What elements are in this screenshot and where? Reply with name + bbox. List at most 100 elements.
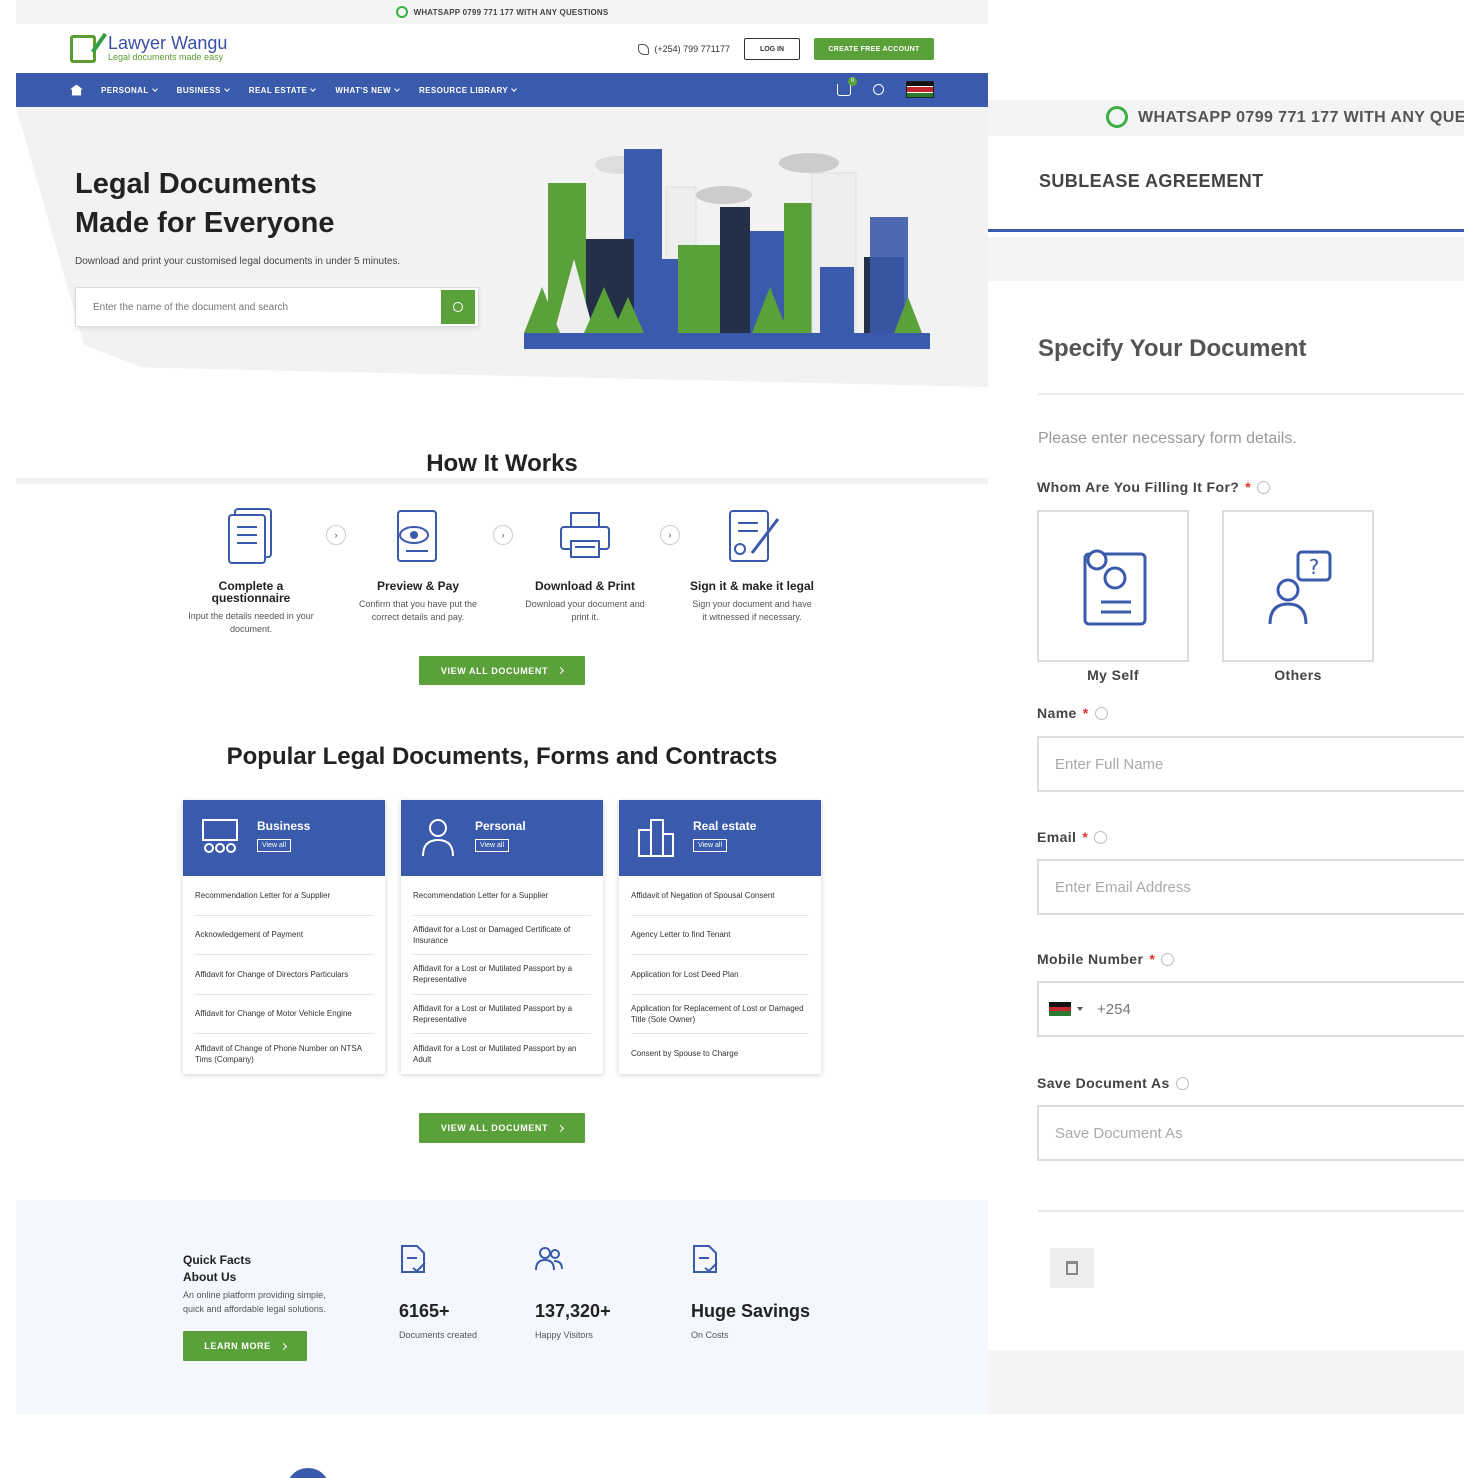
mobile-input[interactable]: +254 (1037, 981, 1464, 1037)
document-link[interactable]: Affidavit for Change of Directors Partic… (195, 955, 373, 995)
step-sign-legal: Sign it & make it legal Sign your docume… (677, 505, 827, 624)
header-actions: (+254) 799 771177 LOG IN CREATE FREE ACC… (638, 38, 934, 60)
nav-item-business[interactable]: BUSINESS (177, 86, 230, 95)
whatsapp-text[interactable]: WHATSAPP 0799 771 177 WITH ANY QUES (1138, 109, 1464, 127)
view-all-link[interactable]: View all (475, 839, 509, 852)
phone-icon (638, 43, 650, 55)
nav-item-whats-new[interactable]: WHAT'S NEW (335, 86, 400, 95)
document-link[interactable]: Affidavit for Change of Motor Vehicle En… (195, 995, 373, 1034)
fact-huge-savings: Huge Savings On Costs (691, 1244, 810, 1340)
chevron-right-icon (557, 666, 565, 675)
login-button[interactable]: LOG IN (744, 38, 800, 60)
create-account-button[interactable]: CREATE FREE ACCOUNT (814, 38, 934, 60)
section-divider (16, 478, 988, 484)
delete-button[interactable] (1050, 1248, 1094, 1288)
popular-documents-title: Popular Legal Documents, Forms and Contr… (226, 743, 778, 770)
site-logo[interactable]: Lawyer Wangu Legal documents made easy (70, 34, 227, 63)
kenya-flag-icon[interactable] (906, 81, 934, 98)
document-search-input[interactable] (76, 301, 441, 313)
step-description: Download your document and print it. (525, 599, 645, 622)
fact-label: Happy Visitors (535, 1330, 593, 1340)
nav-item-personal[interactable]: PERSONAL (101, 85, 158, 95)
view-all-documents-button[interactable]: VIEW ALL DOCUMENT (419, 656, 585, 685)
help-icon[interactable] (1161, 952, 1175, 966)
caret-down-icon[interactable] (1077, 1007, 1083, 1011)
document-list: Affidavit of Negation of Spousal Consent… (619, 876, 821, 1074)
whatsapp-text[interactable]: WHATSAPP 0799 771 177 WITH ANY QUESTIONS (414, 8, 609, 17)
document-link[interactable]: Affidavit for a Lost or Mutilated Passpo… (413, 995, 591, 1034)
fact-value: Huge Savings (691, 1301, 811, 1321)
scroll-top-circle[interactable] (286, 1468, 330, 1478)
card-title: Business (257, 819, 311, 833)
category-card-real-estate: Real estate View all Affidavit of Negati… (619, 800, 821, 1074)
composite-screenshot: WHATSAPP 0799 771 177 WITH ANY QUESTIONS… (0, 0, 1464, 1478)
help-icon[interactable] (1094, 830, 1108, 844)
chevron-down-icon (151, 85, 158, 92)
view-all-link[interactable]: View all (693, 839, 727, 852)
help-icon[interactable] (1257, 480, 1271, 494)
option-others[interactable]: ? (1222, 510, 1374, 662)
form-help-text: Please enter necessary form details. (1038, 430, 1297, 447)
step-title: Sign it & make it legal (689, 579, 815, 593)
email-input[interactable]: Enter Email Address (1037, 859, 1464, 915)
svg-text:?: ? (1309, 555, 1320, 579)
fact-value: 6165+ (399, 1301, 450, 1321)
document-title: SUBLEASE AGREEMENT (1039, 171, 1264, 191)
nav-utilities: 0 (837, 76, 934, 98)
document-link[interactable]: Application for Replacement of Lost or D… (631, 995, 809, 1034)
help-icon[interactable] (1175, 1076, 1189, 1090)
quick-facts-section: Quick Facts About Us An online platform p… (16, 1200, 988, 1414)
step-title: Complete a questionnaire (211, 579, 291, 605)
name-input[interactable]: Enter Full Name (1037, 736, 1464, 792)
step-preview-pay: Preview & Pay Confirm that you have put … (343, 505, 493, 624)
mobile-prefix: +254 (1097, 1000, 1131, 1018)
search-button[interactable] (441, 290, 475, 324)
learn-more-button[interactable]: LEARN MORE (183, 1331, 307, 1361)
phone-link[interactable]: (+254) 799 771177 (638, 43, 730, 55)
step-title: Download & Print (535, 579, 635, 593)
cart-count-badge: 0 (848, 76, 857, 86)
nav-item-real-estate[interactable]: REAL ESTATE (249, 86, 317, 95)
form-footer (988, 1350, 1464, 1414)
fact-label: Documents created (399, 1330, 478, 1340)
option-myself[interactable] (1037, 510, 1189, 662)
document-link[interactable]: Consent by Spouse to Charge (631, 1034, 809, 1074)
document-check-icon (693, 1245, 718, 1273)
logo-tagline: Legal documents made easy (108, 52, 224, 62)
business-meeting-icon (202, 819, 238, 853)
home-icon[interactable] (70, 84, 83, 96)
document-link[interactable]: Agency Letter to find Tenant (631, 916, 809, 955)
phone-number: (+254) 799 771177 (654, 44, 730, 54)
view-all-documents-button[interactable]: VIEW ALL DOCUMENT (419, 1113, 585, 1143)
document-link[interactable]: Recommendation Letter for a Supplier (195, 876, 373, 916)
save-as-input[interactable]: Save Document As (1037, 1105, 1464, 1161)
step-download-print: Download & Print Download your document … (510, 505, 660, 624)
hero-search (75, 287, 479, 327)
document-link[interactable]: Application for Lost Deed Plan (631, 955, 809, 995)
person-icon (422, 819, 454, 857)
document-link[interactable]: Acknowledgement of Payment (195, 916, 373, 955)
top-whatsapp-bar: WHATSAPP 0799 771 177 WITH ANY QUESTIONS (16, 0, 988, 24)
document-link[interactable]: Affidavit for a Lost or Damaged Certific… (413, 916, 591, 955)
document-link[interactable]: Recommendation Letter for a Supplier (413, 876, 591, 916)
form-divider (1038, 393, 1464, 395)
step-complete-questionnaire: Complete a questionnaire Input the detail… (176, 505, 326, 636)
view-all-link[interactable]: View all (257, 839, 291, 852)
help-icon[interactable] (1094, 706, 1108, 720)
document-link[interactable]: Affidavit of Change of Phone Number on N… (195, 1034, 373, 1074)
document-link[interactable]: Affidavit for a Lost or Mutilated Passpo… (413, 955, 591, 995)
cart-icon[interactable]: 0 (837, 76, 857, 96)
document-link[interactable]: Affidavit of Negation of Spousal Consent (631, 876, 809, 916)
whatsapp-icon (395, 6, 408, 18)
kenya-flag-icon[interactable] (1049, 1002, 1071, 1017)
category-card-business: Business View all Recommendation Letter … (183, 800, 385, 1074)
search-icon[interactable] (873, 84, 884, 95)
nav-item-resource-library[interactable]: RESOURCE LIBRARY (419, 86, 518, 95)
document-list: Recommendation Letter for a Supplier Aff… (401, 876, 603, 1074)
email-label: Email * (1037, 829, 1108, 845)
document-link[interactable]: Affidavit for a Lost or Mutilated Passpo… (413, 1034, 591, 1074)
main-nav: PERSONAL BUSINESS REAL ESTATE WHAT'S NEW… (16, 73, 988, 107)
mobile-label: Mobile Number * (1037, 951, 1175, 967)
trash-icon (1066, 1261, 1078, 1275)
preview-eye-icon (397, 510, 437, 562)
